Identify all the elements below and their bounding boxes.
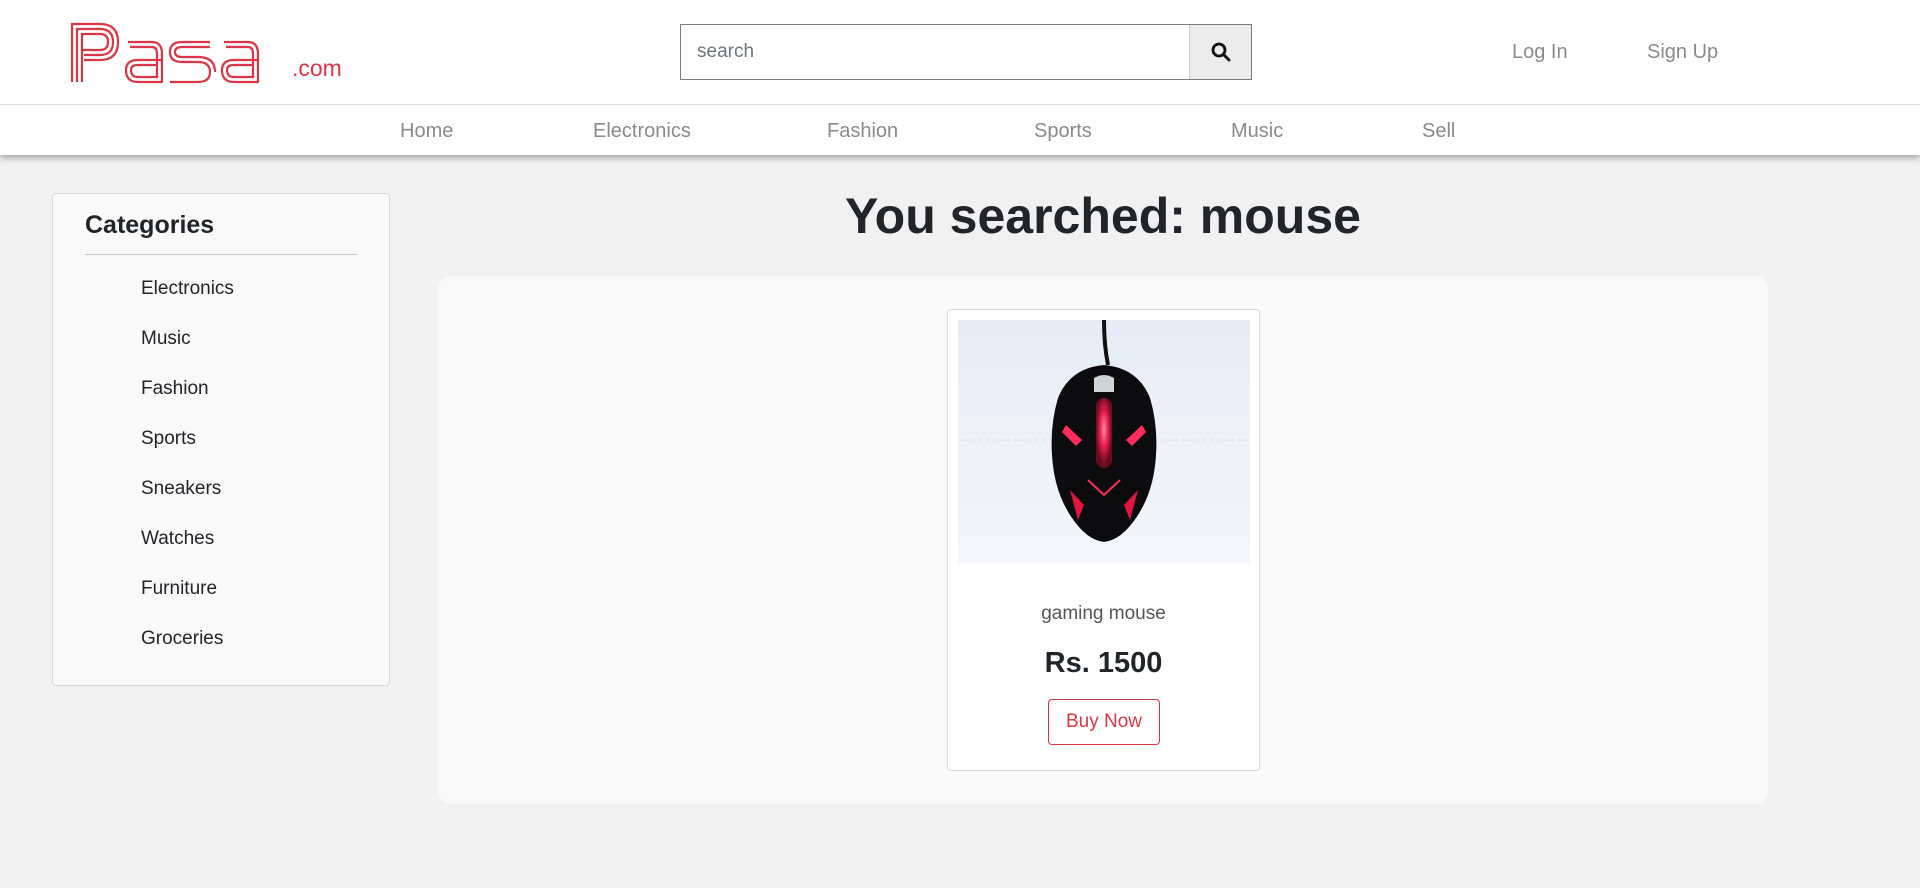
search-results-title: You searched: mouse	[845, 188, 1361, 244]
category-item-electronics[interactable]: Electronics	[141, 277, 234, 327]
search-icon	[1211, 42, 1230, 62]
category-item-furniture[interactable]: Furniture	[141, 577, 234, 627]
nav-item-home[interactable]: Home	[400, 119, 453, 143]
logo-suffix: .com	[292, 55, 342, 81]
category-item-sports[interactable]: Sports	[141, 427, 234, 477]
category-item-sneakers[interactable]: Sneakers	[141, 477, 234, 527]
nav-item-fashion[interactable]: Fashion	[827, 119, 898, 143]
buy-now-button[interactable]: Buy Now	[1048, 699, 1160, 745]
product-card: gaming mouse Rs. 1500 Buy Now	[947, 309, 1260, 771]
site-logo[interactable]: .com	[70, 20, 350, 84]
signup-link[interactable]: Sign Up	[1647, 40, 1718, 64]
category-item-groceries[interactable]: Groceries	[141, 627, 234, 677]
nav-item-sell[interactable]: Sell	[1422, 119, 1455, 143]
site-header: .com Log In Sign Up	[0, 0, 1920, 105]
category-list: Electronics Music Fashion Sports Sneaker…	[141, 277, 234, 677]
nav-item-music[interactable]: Music	[1231, 119, 1283, 143]
category-item-music[interactable]: Music	[141, 327, 234, 377]
product-price: Rs. 1500	[1044, 647, 1163, 679]
category-item-watches[interactable]: Watches	[141, 527, 234, 577]
sidebar-title: Categories	[85, 211, 215, 239]
sidebar-divider	[85, 254, 357, 255]
search-bar	[680, 24, 1252, 80]
categories-sidebar: Categories Electronics Music Fashion Spo…	[52, 193, 390, 686]
product-name: gaming mouse	[1041, 603, 1166, 624]
product-image[interactable]	[958, 320, 1250, 563]
search-button[interactable]	[1189, 25, 1251, 79]
main-nav: Home Electronics Fashion Sports Music Se…	[0, 105, 1920, 155]
category-item-fashion[interactable]: Fashion	[141, 377, 234, 427]
pasa-logo-mark	[70, 22, 260, 84]
nav-item-electronics[interactable]: Electronics	[593, 119, 691, 143]
nav-item-sports[interactable]: Sports	[1034, 119, 1092, 143]
login-link[interactable]: Log In	[1512, 40, 1568, 64]
search-input[interactable]	[681, 25, 1189, 79]
